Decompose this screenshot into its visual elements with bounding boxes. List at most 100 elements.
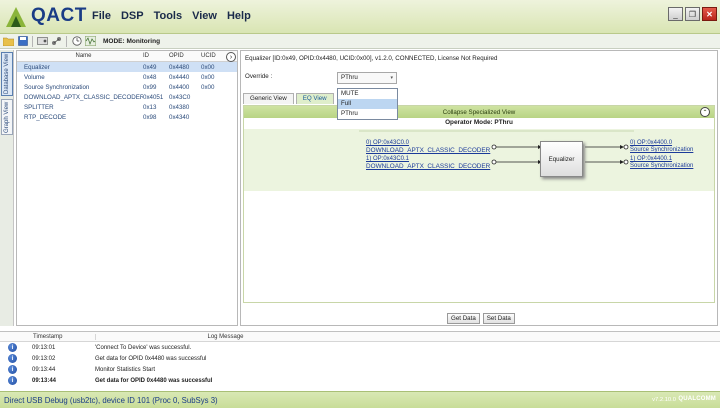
menu-help[interactable]: Help [227, 10, 251, 22]
row-opid: 0x4440 [169, 73, 190, 81]
row-name: Equalizer [24, 63, 50, 71]
tab-graph-view[interactable]: Graph View [1, 99, 13, 135]
table-row[interactable]: SPLITTER 0x13 0x4380 [17, 102, 237, 112]
mode-label: MODE: Monitoring [103, 37, 161, 45]
log-message: Monitor Statistics Start [95, 366, 156, 373]
row-id: 0x13 [143, 103, 157, 111]
log-timestamp: 09:13:02 [32, 355, 56, 362]
log-row[interactable]: i 09:13:44 Get data for OPID 0x4480 was … [0, 375, 720, 386]
col-name[interactable]: Name [17, 53, 143, 59]
input-1-module-link[interactable]: DOWNLOAD_APTX_CLASSIC_DECODER [366, 163, 490, 170]
close-button[interactable]: ✕ [702, 7, 717, 21]
output-0-module-link[interactable]: Source Synchronization [630, 147, 693, 154]
table-row[interactable]: RTP_DECODE 0x98 0x4340 [17, 112, 237, 122]
table-row[interactable]: Equalizer 0x49 0x4480 0x00 [17, 62, 237, 72]
restore-button[interactable]: ❐ [685, 7, 700, 21]
output-port-1-icon [623, 159, 629, 165]
tab-generic-view[interactable]: Generic View [243, 93, 294, 104]
open-folder-icon[interactable] [3, 36, 14, 47]
qact-logo-icon [6, 7, 26, 27]
output-1-op-link[interactable]: 1) OP:0x4400.1 [630, 156, 672, 163]
table-row[interactable]: DOWNLOAD_APTX_CLASSIC_DECODER 0x4051 0x4… [17, 92, 237, 102]
menu-view[interactable]: View [192, 10, 217, 22]
output-0-op-link[interactable]: 0) OP:0x4400.0 [630, 140, 672, 147]
log-message: Get data for OPID 0x4480 was successful [95, 355, 207, 362]
option-mute[interactable]: MUTE [338, 89, 397, 99]
row-id: 0x99 [143, 83, 157, 91]
title-bar: QACT File DSP Tools View Help _ ❐ ✕ [0, 0, 720, 34]
info-icon: i [8, 365, 17, 374]
info-icon: i [8, 376, 17, 385]
input-port-0-icon [491, 144, 497, 150]
col-log-message[interactable]: Log Message [95, 333, 355, 340]
row-opid: 0x4380 [169, 103, 190, 111]
toolbar-separator [32, 35, 33, 47]
log-message: 'Connect To Device' was successful. [95, 344, 192, 351]
log-timestamp: 09:13:44 [32, 377, 57, 384]
option-pthru[interactable]: PThru [338, 109, 397, 119]
device-icon[interactable] [37, 36, 48, 47]
connect-icon[interactable] [51, 36, 62, 47]
menu-dsp[interactable]: DSP [121, 10, 144, 22]
window-controls: _ ❐ ✕ [668, 7, 717, 21]
input-0-op-link[interactable]: 0) OP:0x43C0.0 [366, 140, 409, 147]
row-opid: 0x4340 [169, 113, 190, 121]
row-ucid: 0x00 [201, 73, 215, 81]
log-panel: Timestamp Log Message i 09:13:01 'Connec… [0, 331, 720, 390]
equalizer-block[interactable]: Equalizer [540, 141, 583, 177]
col-ucid[interactable]: UCID [201, 53, 225, 59]
input-1-op-link[interactable]: 1) OP:0x43C0.1 [366, 156, 409, 163]
info-icon: i [8, 343, 17, 352]
row-name: DOWNLOAD_APTX_CLASSIC_DECODER [24, 93, 143, 101]
toolbar: MODE: Monitoring [0, 34, 720, 49]
waveform-icon[interactable] [85, 36, 96, 47]
row-id: 0x49 [143, 63, 157, 71]
override-value: PThru [341, 74, 358, 81]
col-opid[interactable]: OPID [169, 53, 201, 59]
save-icon[interactable] [17, 36, 28, 47]
minimize-button[interactable]: _ [668, 7, 683, 21]
row-name: Volume [24, 73, 45, 81]
row-ucid: 0x00 [201, 63, 215, 71]
input-0-module-link[interactable]: DOWNLOAD_APTX_CLASSIC_DECODER [366, 147, 490, 154]
connection-diagram: 0) OP:0x43C0.0 DOWNLOAD_APTX_CLASSIC_DEC… [244, 129, 714, 191]
side-tabs: Database View Graph View [0, 50, 14, 326]
row-name: SPLITTER [24, 103, 54, 111]
menu-bar: File DSP Tools View Help [92, 10, 251, 22]
monitor-clock-icon[interactable] [71, 36, 82, 47]
input-port-1-icon [491, 159, 497, 165]
col-timestamp[interactable]: Timestamp [0, 334, 95, 340]
row-id: 0x48 [143, 73, 157, 81]
operator-mode: Operator Mode: PThru [445, 119, 513, 126]
table-row[interactable]: Volume 0x48 0x4440 0x00 [17, 72, 237, 82]
log-row[interactable]: i 09:13:01 'Connect To Device' was succe… [0, 342, 720, 353]
row-id: 0x4051 [143, 93, 164, 101]
collapse-panel-arrow-icon[interactable]: › [226, 52, 236, 62]
module-table: Name ID OPID UCID Equalizer 0x49 0x4480 … [16, 50, 238, 326]
set-data-button[interactable]: Set Data [482, 313, 515, 324]
view-tabs: Generic View EQ View [243, 93, 334, 104]
output-1-module-link[interactable]: Source Synchronization [630, 163, 693, 170]
table-row[interactable]: Source Synchronization 0x99 0x4400 0x00 [17, 82, 237, 92]
collapse-specialized-bar[interactable]: Collapse Specialized View ⌃ [244, 106, 714, 118]
tab-database-view[interactable]: Database View [1, 52, 13, 96]
chevron-down-icon: ▾ [390, 75, 393, 81]
col-id[interactable]: ID [143, 53, 169, 59]
log-row[interactable]: i 09:13:02 Get data for OPID 0x4480 was … [0, 353, 720, 364]
tab-eq-view[interactable]: EQ View [295, 93, 334, 104]
specialized-view: Collapse Specialized View ⌃ Operator Mod… [243, 105, 715, 303]
log-timestamp: 09:13:44 [32, 366, 56, 373]
get-data-button[interactable]: Get Data [447, 313, 480, 324]
table-header: Name ID OPID UCID [17, 51, 237, 62]
menu-file[interactable]: File [92, 10, 111, 22]
override-dropdown[interactable]: PThru ▾ [337, 72, 397, 84]
output-port-0-icon [623, 144, 629, 150]
log-timestamp: 09:13:01 [32, 344, 56, 351]
menu-tools[interactable]: Tools [154, 10, 183, 22]
chevron-up-icon[interactable]: ⌃ [700, 107, 710, 117]
app-name: QACT [31, 5, 87, 26]
option-full[interactable]: Full [338, 99, 397, 109]
log-row[interactable]: i 09:13:44 Monitor Statistics Start [0, 364, 720, 375]
log-header: Timestamp Log Message [0, 332, 720, 342]
row-opid: 0x4480 [169, 63, 190, 71]
